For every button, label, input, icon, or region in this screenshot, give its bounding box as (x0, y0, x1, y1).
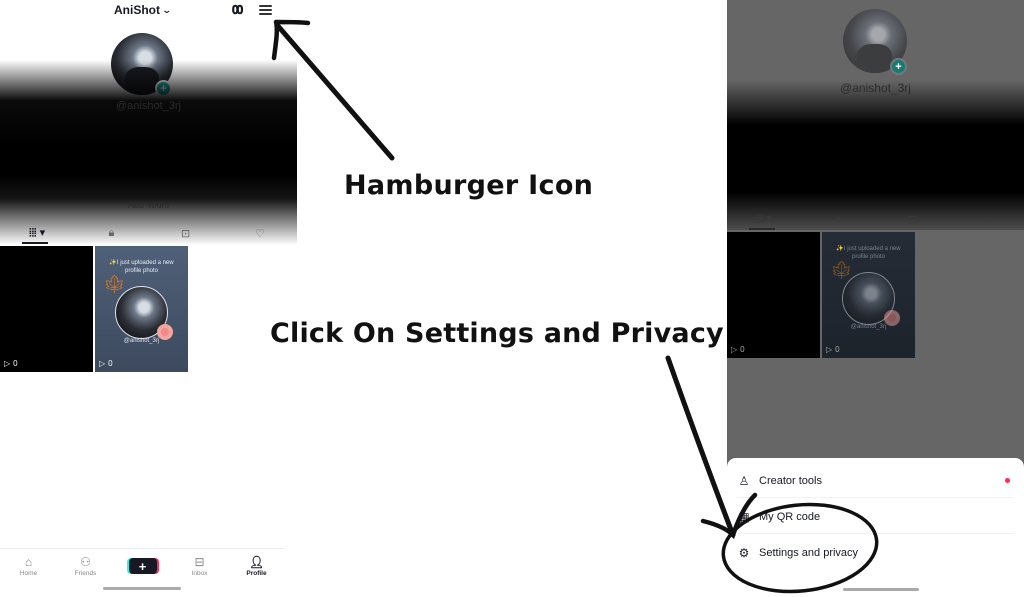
profile-tabs: ⦙⦙⦙ ▾ 🔒︎ ⊡ ♡ (0, 222, 297, 244)
play-icon: ▷ (99, 359, 106, 368)
inbox-icon: ⊟ (194, 554, 205, 569)
nav-inbox[interactable]: ⊟ Inbox (171, 549, 228, 583)
view-count: ▷ 0 (826, 345, 840, 354)
add-yours-button[interactable]: Add Yours (0, 200, 297, 210)
home-indicator (103, 587, 181, 590)
view-count: ▷ 0 (4, 359, 18, 368)
tab-videos: ⦙⦙⦙ ▾ (727, 208, 801, 230)
arrow-to-settings (665, 355, 736, 538)
video-caption: ✨I just uploaded a new profile photo (836, 246, 901, 260)
play-icon: ▷ (731, 345, 738, 354)
nav-create[interactable]: + (114, 549, 171, 583)
tab-liked: ♡ (950, 208, 1024, 230)
video-grid: ▷ 0 ✨I just uploaded a new profile photo… (0, 246, 188, 372)
video-caption: ✨I just uploaded a new profile photo (109, 260, 174, 274)
lock-icon: 🔒︎ (108, 226, 115, 239)
nav-friends[interactable]: ⚇ Friends (57, 549, 114, 583)
tab-saved: ⊡ (876, 208, 950, 230)
settings-gear-icon: ⚙ (738, 546, 750, 560)
videos-grid-icon: ⦙⦙⦙ ▾ (756, 213, 773, 225)
qr-code-icon: ▦ (738, 509, 750, 524)
lock-icon: 🔒︎ (835, 212, 842, 225)
add-avatar-plus-icon: + (890, 58, 907, 75)
hamburger-icon[interactable] (259, 5, 272, 15)
tab-private: 🔒︎ (801, 208, 875, 230)
video-tile[interactable]: ▷ 0 (0, 246, 93, 372)
footprint-icon[interactable]: 𝟎𝟎 (232, 3, 243, 18)
home-indicator (843, 588, 919, 591)
profile-icon: 👤︎ (248, 554, 265, 569)
video-tile: ✨I just uploaded a new profile photo 🍁︎ … (822, 232, 915, 358)
creator-tools-icon: ♙ (738, 473, 750, 488)
saved-icon: ⊡ (181, 227, 191, 240)
menu-item-qr-code[interactable]: ▦ My QR code (737, 500, 1014, 534)
create-plus-icon: + (128, 558, 157, 574)
liked-icon: ♡ (254, 227, 265, 240)
video-grid: ▷ 0 ✨I just uploaded a new profile photo… (727, 232, 915, 358)
video-handle: @anishot_3rj (850, 324, 887, 330)
annotation-settings-label: Click On Settings and Privacy (270, 318, 724, 349)
annotation-hamburger-label: Hamburger Icon (344, 170, 594, 201)
username: @anishot_3rj (116, 100, 181, 112)
friends-icon: ⚇ (80, 554, 91, 569)
maple-leaf-icon: 🍁︎ (830, 260, 853, 280)
nav-home[interactable]: ⌂ Home (0, 549, 57, 583)
tab-liked[interactable]: ♡ (223, 222, 297, 244)
videos-grid-icon: ⦙⦙⦙ ▾ (29, 227, 46, 239)
tab-saved[interactable]: ⊡ (149, 222, 223, 244)
profile-screen-left: AniShot ⌄ 𝟎𝟎 + @anishot_3rj Add Yours ⦙⦙… (0, 0, 297, 597)
play-icon: ▷ (826, 345, 833, 354)
account-name: AniShot (114, 3, 160, 17)
video-tile: ▷ 0 (727, 232, 820, 358)
maple-leaf-icon: 🍁︎ (103, 274, 126, 294)
video-tile[interactable]: ✨I just uploaded a new profile photo 🍁︎ … (95, 246, 188, 372)
tab-private[interactable]: 🔒︎ (74, 222, 148, 244)
account-switcher[interactable]: AniShot ⌄ (114, 3, 173, 17)
menu-item-creator-tools[interactable]: ♙ Creator tools (737, 464, 1014, 498)
play-icon: ▷ (4, 359, 11, 368)
bottom-nav: ⌂ Home ⚇ Friends + ⊟ Inbox 👤︎ Profile (0, 548, 285, 583)
nav-profile[interactable]: 👤︎ Profile (228, 549, 285, 583)
dimmed-profile-area (0, 60, 297, 245)
saved-icon: ⊡ (908, 213, 918, 226)
notification-dot (1005, 478, 1010, 483)
profile-screen-right-with-menu: + @anishot_3rj ⦙⦙⦙ ▾ 🔒︎ ⊡ ♡ ▷ 0 ✨I just … (727, 0, 1024, 597)
liked-icon: ♡ (981, 213, 992, 226)
video-handle: @anishot_3rj (123, 338, 160, 344)
profile-header: AniShot ⌄ 𝟎𝟎 (0, 0, 297, 22)
view-count: ▷ 0 (99, 359, 113, 368)
menu-bottom-sheet: ♙ Creator tools ▦ My QR code ⚙ Settings … (727, 458, 1024, 597)
home-icon: ⌂ (24, 554, 33, 569)
profile-tabs: ⦙⦙⦙ ▾ 🔒︎ ⊡ ♡ (727, 208, 1024, 230)
tab-videos[interactable]: ⦙⦙⦙ ▾ (0, 222, 74, 244)
username: @anishot_3rj (840, 81, 911, 95)
view-count: ▷ 0 (731, 345, 745, 354)
chevron-down-icon: ⌄ (161, 4, 173, 15)
menu-item-settings-and-privacy[interactable]: ⚙ Settings and privacy (737, 536, 1014, 570)
